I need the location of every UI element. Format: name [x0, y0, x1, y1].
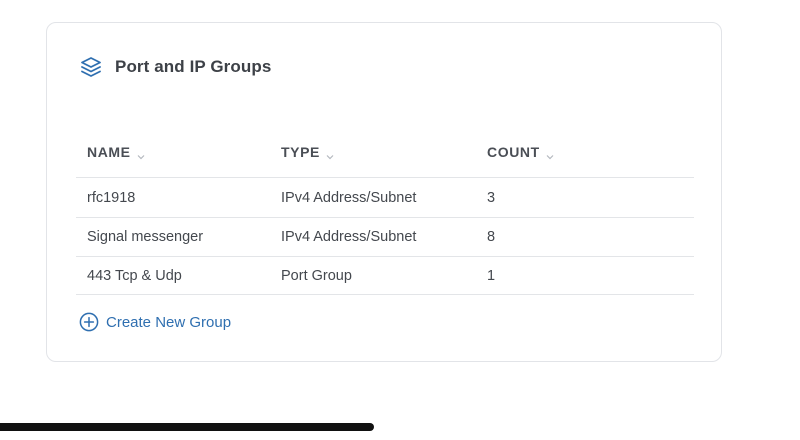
table-header: NAME TYPE COUNT: [76, 127, 694, 178]
create-new-group-button[interactable]: Create New Group: [79, 312, 231, 332]
cell-count: 3: [487, 189, 496, 206]
card-header: Port and IP Groups: [79, 54, 271, 80]
cell-type: IPv4 Address/Subnet: [281, 189, 417, 206]
cell-name: 443 Tcp & Udp: [87, 267, 182, 284]
column-header-name[interactable]: NAME: [76, 144, 281, 160]
table-row[interactable]: 443 Tcp & Udp Port Group 1: [76, 257, 694, 295]
create-new-group-label: Create New Group: [106, 313, 232, 331]
plus-circle-icon: [79, 312, 99, 332]
cell-count: 8: [487, 229, 496, 245]
chevron-down-icon: [137, 148, 145, 160]
home-indicator: [0, 423, 374, 431]
chevron-down-icon: [326, 148, 334, 160]
column-header-label: COUNT: [487, 144, 540, 160]
groups-table: NAME TYPE COUNT rfc1918 IPv4 Address/Sub…: [76, 127, 694, 295]
table-row[interactable]: rfc1918 IPv4 Address/Subnet 3: [76, 178, 694, 218]
column-header-count[interactable]: COUNT: [487, 144, 694, 160]
cell-name: rfc1918: [87, 189, 136, 206]
chevron-down-icon: [546, 148, 554, 160]
column-header-label: NAME: [87, 144, 131, 160]
cell-name: Signal messenger: [87, 229, 204, 245]
table-row[interactable]: Signal messenger IPv4 Address/Subnet 8: [76, 218, 694, 257]
column-header-label: TYPE: [281, 144, 320, 160]
layers-icon: [79, 55, 103, 79]
cell-count: 1: [487, 267, 496, 284]
column-header-type[interactable]: TYPE: [281, 144, 487, 160]
cell-type: Port Group: [281, 267, 352, 284]
cell-type: IPv4 Address/Subnet: [281, 229, 417, 245]
port-ip-groups-card: Port and IP Groups NAME TYPE COUNT rfc19…: [46, 22, 722, 362]
card-title: Port and IP Groups: [115, 57, 272, 76]
